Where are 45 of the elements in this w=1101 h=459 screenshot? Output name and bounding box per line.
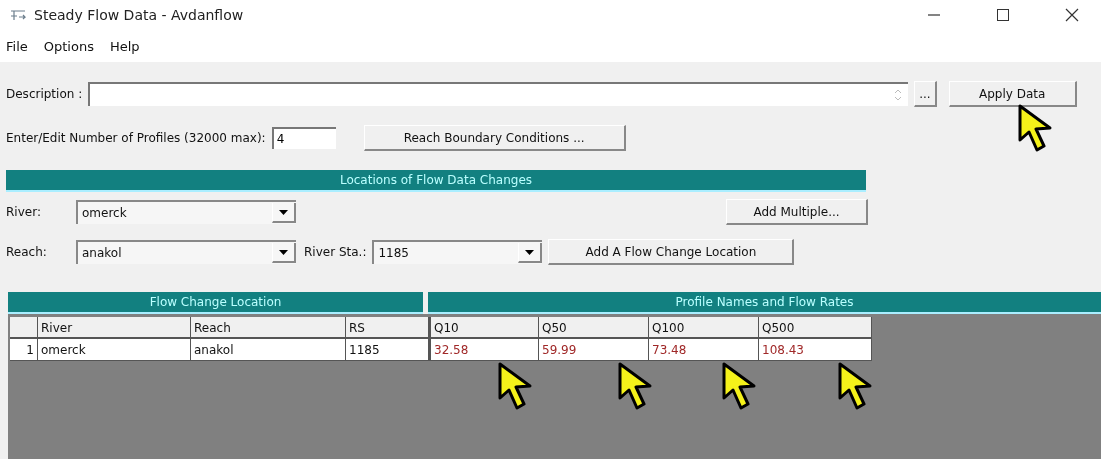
column-header: Q500 bbox=[759, 317, 872, 339]
row-number: 1 bbox=[10, 339, 38, 361]
table-cell[interactable]: 59.99 bbox=[539, 339, 649, 361]
table-corner bbox=[10, 317, 38, 339]
description-field[interactable] bbox=[88, 82, 909, 106]
maximize-icon[interactable] bbox=[996, 8, 1010, 22]
table-cell[interactable]: omerck bbox=[38, 339, 191, 361]
apply-data-button[interactable]: Apply Data bbox=[948, 81, 1077, 107]
add-flow-change-button[interactable]: Add A Flow Change Location bbox=[548, 239, 795, 265]
description-label: Description : bbox=[6, 87, 83, 101]
section-header: Profile Names and Flow Rates bbox=[428, 292, 1101, 314]
close-icon[interactable] bbox=[1065, 8, 1079, 22]
reach-label: Reach: bbox=[6, 245, 48, 259]
table-cell[interactable]: 108.43 bbox=[759, 339, 872, 361]
column-header: RS bbox=[346, 317, 429, 339]
spinner-icon bbox=[894, 87, 903, 103]
menu-item[interactable]: Help bbox=[109, 38, 140, 54]
profiles-label: Enter/Edit Number of Profiles (32000 max): bbox=[6, 131, 266, 145]
river-station-dropdown[interactable]: 1185 bbox=[372, 240, 543, 264]
river-station-label: River Sta.: bbox=[304, 245, 367, 259]
profiles-input[interactable]: 4 bbox=[271, 127, 336, 149]
menu-item[interactable]: Options bbox=[43, 38, 94, 54]
dropdown-arrow-icon bbox=[279, 209, 288, 215]
section-header: Locations of Flow Data Changes bbox=[6, 170, 866, 192]
app-icon bbox=[10, 8, 26, 22]
table-cell[interactable]: anakol bbox=[191, 339, 346, 361]
river-label: River: bbox=[6, 205, 42, 219]
table-cell[interactable]: 1185 bbox=[346, 339, 429, 361]
browse-button[interactable]: ... bbox=[914, 81, 937, 107]
add-multiple-button[interactable]: Add Multiple... bbox=[726, 199, 868, 225]
dropdown-arrow-icon bbox=[279, 249, 288, 255]
column-header: Q10 bbox=[429, 317, 539, 339]
dropdown-arrow-icon bbox=[525, 249, 535, 255]
column-header: Q50 bbox=[539, 317, 649, 339]
reach-dropdown[interactable]: anakol bbox=[76, 240, 296, 264]
column-header: Q100 bbox=[649, 317, 759, 339]
menu-item[interactable]: File bbox=[6, 38, 28, 54]
river-dropdown[interactable]: omerck bbox=[76, 200, 296, 224]
boundary-conditions-button[interactable]: Reach Boundary Conditions ... bbox=[363, 125, 626, 151]
column-header: Reach bbox=[191, 317, 346, 339]
window-title: Steady Flow Data - Avdanflow bbox=[34, 7, 244, 23]
section-header: Flow Change Location bbox=[8, 292, 423, 314]
column-header: River bbox=[38, 317, 191, 339]
table-cell[interactable]: 73.48 bbox=[649, 339, 759, 361]
table-cell[interactable]: 32.58 bbox=[429, 339, 539, 361]
